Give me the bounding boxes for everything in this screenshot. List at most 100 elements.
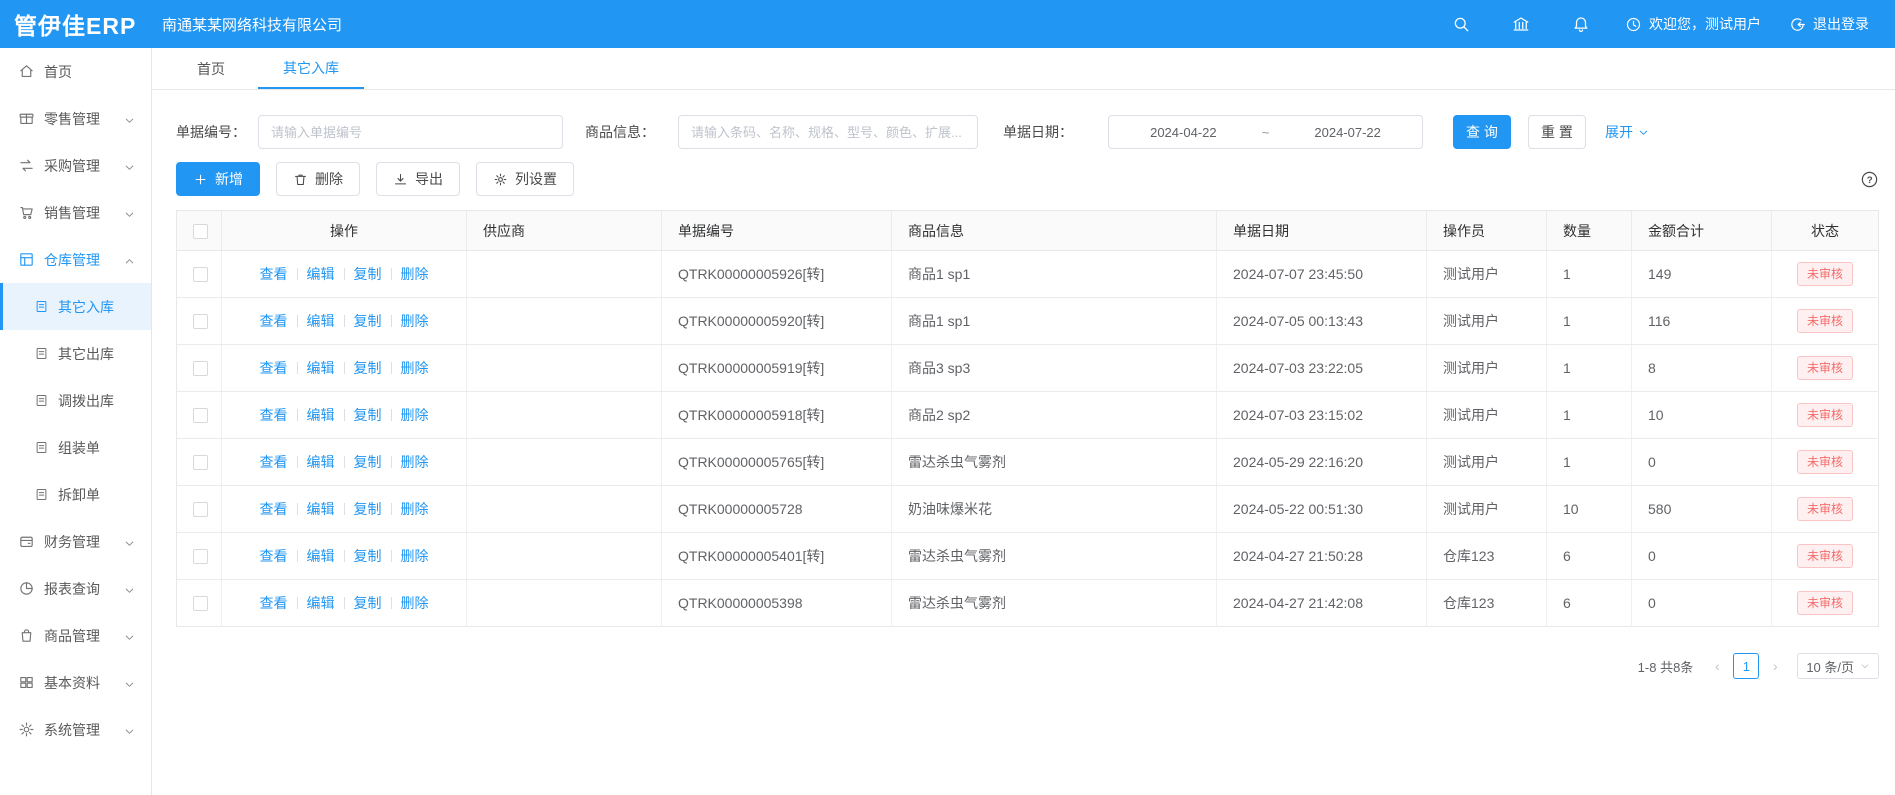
cell-operator: 测试用户 [1427, 345, 1547, 392]
tab-home[interactable]: 首页 [172, 48, 250, 89]
col-header-amount: 金额合计 [1632, 211, 1772, 251]
sidebar-item-system[interactable]: 系统管理 [0, 706, 151, 753]
sidebar-item-transfer-outbound[interactable]: 调拨出库 [0, 377, 151, 424]
edit-link[interactable]: 编辑 [307, 313, 335, 329]
logout-button[interactable]: 退出登录 [1789, 14, 1869, 34]
select-all-checkbox[interactable] [193, 224, 208, 239]
sidebar-item-other-inbound[interactable]: 其它入库 [0, 283, 151, 330]
delete-link[interactable]: 删除 [401, 407, 429, 423]
date-to-value[interactable]: 2024-07-22 [1273, 125, 1422, 140]
edit-link[interactable]: 编辑 [307, 454, 335, 470]
delete-link[interactable]: 删除 [401, 313, 429, 329]
view-link[interactable]: 查看 [260, 407, 288, 423]
sidebar-item-assembly[interactable]: 组装单 [0, 424, 151, 471]
sidebar-item-retail[interactable]: 零售管理 [0, 95, 151, 142]
logout-text: 退出登录 [1813, 14, 1869, 34]
reset-button[interactable]: 重 置 [1528, 115, 1586, 149]
export-button[interactable]: 导出 [376, 162, 460, 196]
date-from-value[interactable]: 2024-04-22 [1109, 125, 1258, 140]
copy-link[interactable]: 复制 [354, 501, 382, 517]
column-settings-button[interactable]: 列设置 [476, 162, 574, 196]
col-header-product: 商品信息 [892, 211, 1217, 251]
view-link[interactable]: 查看 [260, 454, 288, 470]
expand-toggle[interactable]: 展开 [1605, 122, 1649, 142]
add-button[interactable]: 新增 [176, 162, 260, 196]
cell-supplier [467, 345, 662, 392]
search-icon[interactable] [1452, 15, 1470, 33]
row-checkbox[interactable] [193, 267, 208, 282]
copy-link[interactable]: 复制 [354, 360, 382, 376]
delete-link[interactable]: 删除 [401, 548, 429, 564]
bill-date-label: 单据日期： [1003, 122, 1073, 142]
row-checkbox[interactable] [193, 549, 208, 564]
company-name: 南通某某网络科技有限公司 [162, 14, 342, 35]
help-icon[interactable]: ? [1860, 170, 1879, 189]
tab-other-inbound[interactable]: 其它入库 [258, 48, 364, 89]
chevron-down-icon [124, 583, 135, 594]
bell-icon[interactable] [1572, 15, 1590, 33]
sidebar-item-purchase[interactable]: 采购管理 [0, 142, 151, 189]
delete-link[interactable]: 删除 [401, 454, 429, 470]
sidebar-item-basic-data[interactable]: 基本资料 [0, 659, 151, 706]
delete-link[interactable]: 删除 [401, 595, 429, 611]
sidebar-item-homepage[interactable]: 首页 [0, 48, 151, 95]
cell-qty: 6 [1547, 533, 1632, 580]
sidebar-item-other-outbound[interactable]: 其它出库 [0, 330, 151, 377]
delete-link[interactable]: 删除 [401, 360, 429, 376]
cell-supplier [467, 486, 662, 533]
welcome-text: 欢迎您，测试用户 [1649, 14, 1761, 34]
sidebar-item-reports[interactable]: 报表查询 [0, 565, 151, 612]
status-badge: 未审核 [1797, 544, 1853, 568]
copy-link[interactable]: 复制 [354, 266, 382, 282]
view-link[interactable]: 查看 [260, 360, 288, 376]
view-link[interactable]: 查看 [260, 313, 288, 329]
view-link[interactable]: 查看 [260, 266, 288, 282]
row-checkbox[interactable] [193, 502, 208, 517]
date-range-picker[interactable]: 2024-04-22 ~ 2024-07-22 [1108, 115, 1423, 149]
prev-page-icon[interactable]: ‹ [1707, 658, 1727, 674]
copy-link[interactable]: 复制 [354, 313, 382, 329]
delete-link[interactable]: 删除 [401, 501, 429, 517]
delete-link[interactable]: 删除 [401, 266, 429, 282]
delete-button[interactable]: 删除 [276, 162, 360, 196]
sidebar-item-sales[interactable]: 销售管理 [0, 189, 151, 236]
welcome-user[interactable]: 欢迎您，测试用户 [1625, 14, 1761, 34]
search-button[interactable]: 查 询 [1453, 115, 1511, 149]
cell-qty: 1 [1547, 251, 1632, 298]
cell-qty: 1 [1547, 298, 1632, 345]
edit-link[interactable]: 编辑 [307, 595, 335, 611]
sidebar-item-warehouse[interactable]: 仓库管理 [0, 236, 151, 283]
top-bar: 管伊佳ERP 南通某某网络科技有限公司 欢迎您，测试用户 退出登录 [0, 0, 1895, 48]
sidebar-item-disassembly[interactable]: 拆卸单 [0, 471, 151, 518]
sidebar-item-products[interactable]: 商品管理 [0, 612, 151, 659]
row-checkbox[interactable] [193, 361, 208, 376]
bank-icon[interactable] [1512, 15, 1530, 33]
copy-link[interactable]: 复制 [354, 454, 382, 470]
edit-link[interactable]: 编辑 [307, 407, 335, 423]
cart-icon [18, 204, 35, 221]
view-link[interactable]: 查看 [260, 595, 288, 611]
copy-link[interactable]: 复制 [354, 407, 382, 423]
download-icon [393, 172, 408, 187]
copy-link[interactable]: 复制 [354, 595, 382, 611]
edit-link[interactable]: 编辑 [307, 266, 335, 282]
page-number-button[interactable]: 1 [1733, 653, 1759, 679]
next-page-icon[interactable]: › [1765, 658, 1785, 674]
row-checkbox[interactable] [193, 408, 208, 423]
row-checkbox[interactable] [193, 596, 208, 611]
sidebar-item-finance[interactable]: 财务管理 [0, 518, 151, 565]
bill-no-input[interactable] [258, 115, 563, 149]
view-link[interactable]: 查看 [260, 548, 288, 564]
row-checkbox[interactable] [193, 455, 208, 470]
cell-operator: 测试用户 [1427, 251, 1547, 298]
page-size-select[interactable]: 10 条/页 [1797, 653, 1879, 679]
edit-link[interactable]: 编辑 [307, 548, 335, 564]
product-info-input[interactable] [678, 115, 978, 149]
col-header-bill-no: 单据编号 [662, 211, 892, 251]
edit-link[interactable]: 编辑 [307, 501, 335, 517]
edit-link[interactable]: 编辑 [307, 360, 335, 376]
home-icon [18, 63, 35, 80]
view-link[interactable]: 查看 [260, 501, 288, 517]
row-checkbox[interactable] [193, 314, 208, 329]
copy-link[interactable]: 复制 [354, 548, 382, 564]
